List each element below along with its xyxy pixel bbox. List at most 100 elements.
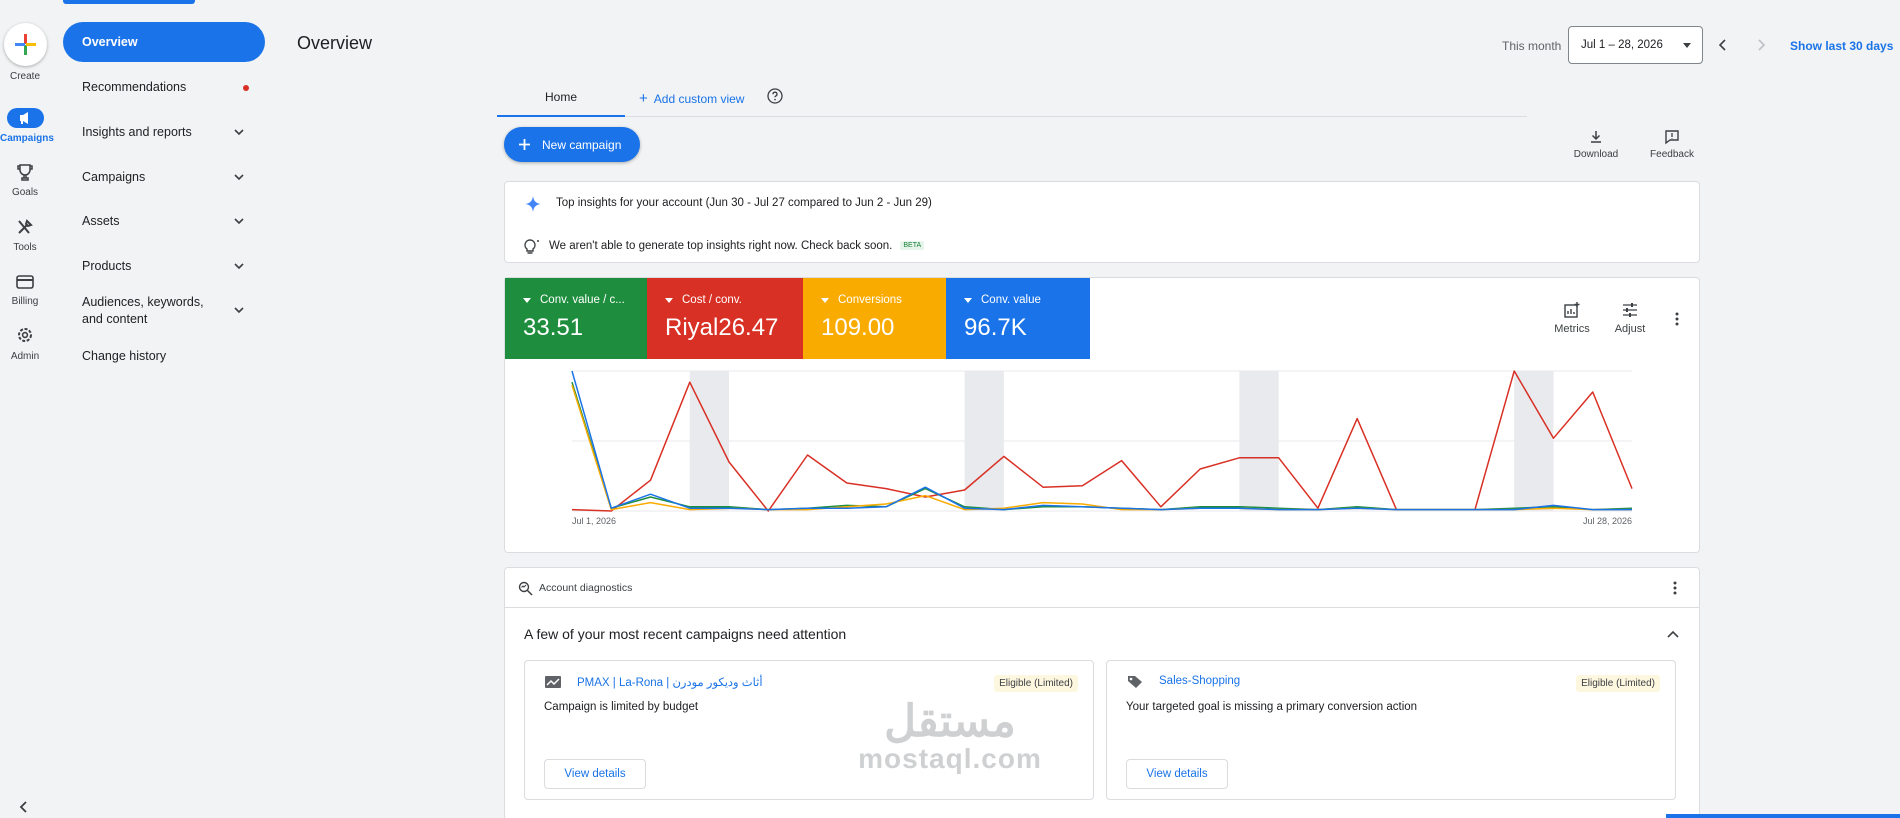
pmax-campaign-icon bbox=[545, 676, 561, 688]
nav-products[interactable]: Products bbox=[63, 246, 265, 286]
chevron-left-icon[interactable] bbox=[17, 800, 31, 814]
more-vert-icon[interactable] bbox=[1671, 310, 1683, 328]
series-line bbox=[571, 370, 1632, 511]
rail-tools-label[interactable]: Tools bbox=[0, 242, 50, 253]
series-line bbox=[571, 384, 1632, 511]
left-rail: Create Campaigns Goals Tools Billing Adm… bbox=[0, 0, 54, 818]
campaign-name-link[interactable]: Sales-Shopping bbox=[1159, 675, 1240, 687]
plus-icon bbox=[15, 34, 36, 55]
nav-overview[interactable]: Overview bbox=[63, 22, 265, 62]
gear-icon[interactable] bbox=[13, 325, 37, 345]
performance-card: Conv. value / c... 33.51 Cost / conv. Ri… bbox=[504, 277, 1700, 553]
metric-label: Conv. value bbox=[964, 294, 1090, 306]
campaign-name-link[interactable]: PMAX | La-Rona | أثاث وديكور مودرن bbox=[577, 675, 763, 689]
nav-label: Recommendations bbox=[82, 80, 187, 94]
new-campaign-label: New campaign bbox=[542, 137, 622, 152]
watermark: مستقل mostaql.com bbox=[835, 700, 1065, 775]
watermark-arabic: مستقل bbox=[884, 697, 1016, 746]
nav-label: Change history bbox=[82, 349, 167, 363]
beta-badge: BETA bbox=[900, 241, 925, 251]
tab-home[interactable]: Home bbox=[497, 85, 625, 117]
chevron-down-icon bbox=[234, 218, 244, 225]
chevron-down-icon bbox=[234, 307, 244, 314]
performance-line-chart: Jul 1, 2026 Jul 28, 2026 bbox=[571, 370, 1633, 526]
feedback-label: Feedback bbox=[1650, 149, 1694, 160]
top-insights-card: Top insights for your account (Jun 30 - … bbox=[504, 181, 1700, 263]
date-range-label: This month bbox=[1502, 39, 1562, 53]
plus-icon bbox=[519, 139, 530, 150]
nav-label: Insights and reports bbox=[82, 125, 192, 139]
nav-label: Campaigns bbox=[82, 170, 146, 184]
rail-admin-label[interactable]: Admin bbox=[0, 351, 50, 362]
rail-goals-label[interactable]: Goals bbox=[0, 187, 50, 198]
download-label: Download bbox=[1573, 149, 1619, 160]
metric-label: Conversions bbox=[821, 294, 946, 306]
sparkle-icon bbox=[525, 196, 541, 212]
metric-conv-value-per-cost[interactable]: Conv. value / c... 33.51 bbox=[505, 278, 647, 359]
lightbulb-icon bbox=[524, 239, 539, 254]
megaphone-icon bbox=[20, 112, 28, 124]
account-diagnostics-card: Account diagnostics A few of your most r… bbox=[504, 567, 1700, 818]
metrics-label: Metrics bbox=[1554, 323, 1590, 335]
page-title: Overview bbox=[297, 33, 373, 53]
more-vert-icon[interactable] bbox=[1669, 579, 1681, 597]
chevron-down-icon bbox=[234, 129, 244, 136]
add-custom-view-tab[interactable]: + Add custom view bbox=[639, 90, 744, 107]
nav-label: Audiences, keywords, and content bbox=[82, 295, 204, 326]
download-button[interactable]: Download bbox=[1566, 129, 1626, 160]
chevron-up-icon[interactable] bbox=[1666, 627, 1680, 641]
metric-cost-per-conv[interactable]: Cost / conv. Riyal26.47 bbox=[647, 278, 803, 359]
metric-value: Riyal26.47 bbox=[665, 314, 779, 341]
download-icon bbox=[1591, 131, 1601, 143]
date-range-value: Jul 1 – 28, 2026 bbox=[1581, 39, 1663, 51]
campaign-issue-message: Campaign is limited by budget bbox=[544, 701, 699, 713]
chevron-down-icon bbox=[234, 263, 244, 270]
metric-value: 96.7K bbox=[964, 314, 1027, 341]
next-period-icon[interactable] bbox=[1754, 38, 1768, 52]
feedback-icon bbox=[1665, 130, 1679, 145]
feedback-button[interactable]: Feedback bbox=[1642, 129, 1702, 160]
metric-label: Conv. value / c... bbox=[523, 294, 647, 306]
view-tabs: Home + Add custom view bbox=[497, 85, 1527, 117]
add-chart-icon bbox=[1564, 302, 1580, 318]
show-last-30-days-link[interactable]: Show last 30 days bbox=[1790, 39, 1893, 53]
trophy-icon[interactable] bbox=[13, 162, 37, 182]
plus-icon: + bbox=[639, 90, 648, 107]
diagnostics-title: Account diagnostics bbox=[539, 582, 633, 594]
adjust-label: Adjust bbox=[1614, 323, 1646, 335]
nav-campaigns[interactable]: Campaigns bbox=[63, 157, 265, 197]
tools-icon[interactable] bbox=[13, 217, 37, 237]
nav-label: Products bbox=[82, 259, 132, 273]
date-range-select[interactable]: Jul 1 – 28, 2026 bbox=[1568, 26, 1703, 64]
previous-period-icon[interactable] bbox=[1716, 38, 1730, 52]
rail-billing-label[interactable]: Billing bbox=[0, 296, 50, 307]
new-campaign-button[interactable]: New campaign bbox=[504, 127, 640, 162]
nav-recommendations[interactable]: Recommendations bbox=[63, 67, 265, 107]
rail-campaigns-label[interactable]: Campaigns bbox=[0, 133, 54, 144]
campaign-status-badge: Eligible (Limited) bbox=[1576, 675, 1660, 692]
nav-insights-and-reports[interactable]: Insights and reports bbox=[63, 112, 265, 152]
insights-message-row: We aren't able to generate top insights … bbox=[549, 240, 925, 252]
create-label: Create bbox=[9, 71, 40, 82]
nav-change-history[interactable]: Change history bbox=[63, 336, 265, 376]
help-icon[interactable] bbox=[767, 88, 783, 104]
nav-label: Overview bbox=[82, 35, 138, 49]
attention-heading: A few of your most recent campaigns need… bbox=[524, 626, 847, 642]
metric-conv-value[interactable]: Conv. value 96.7K bbox=[946, 278, 1090, 359]
metric-conversions[interactable]: Conversions 109.00 bbox=[803, 278, 946, 359]
campaign-issue-message: Your targeted goal is missing a primary … bbox=[1126, 701, 1418, 713]
metrics-button[interactable]: Metrics bbox=[1542, 301, 1602, 335]
notification-dot bbox=[243, 85, 249, 91]
credit-card-icon[interactable] bbox=[13, 272, 37, 292]
view-details-button[interactable]: View details bbox=[544, 759, 646, 789]
campaign-card: Sales-Shopping Eligible (Limited) Your t… bbox=[1106, 660, 1676, 800]
shopping-tag-icon bbox=[1128, 676, 1142, 688]
series-line bbox=[571, 381, 1633, 511]
create-button[interactable] bbox=[4, 23, 47, 66]
view-details-button[interactable]: View details bbox=[1126, 759, 1228, 789]
bottom-progress-bar bbox=[1666, 814, 1900, 818]
nav-assets[interactable]: Assets bbox=[63, 201, 265, 241]
nav-audiences-keywords-content[interactable]: Audiences, keywords, and content bbox=[63, 290, 265, 332]
adjust-button[interactable]: Adjust bbox=[1600, 301, 1660, 335]
insights-message: We aren't able to generate top insights … bbox=[549, 240, 893, 252]
